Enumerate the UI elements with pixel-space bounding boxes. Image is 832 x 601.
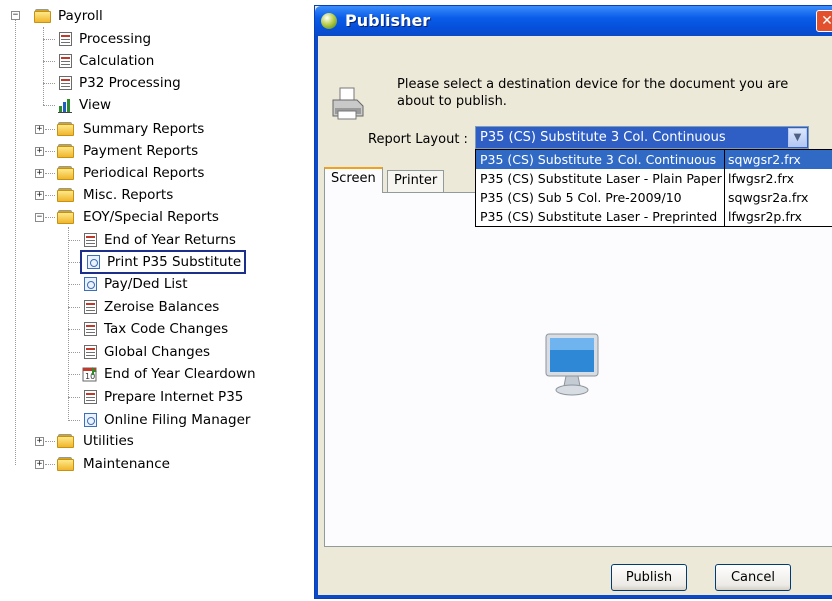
report-icon <box>82 321 98 337</box>
folder-icon <box>57 122 75 136</box>
report-layout-label: Report Layout : <box>368 132 468 147</box>
tree-guide <box>68 227 69 421</box>
report-icon <box>82 299 98 315</box>
report-layout-select[interactable]: P35 (CS) Substitute 3 Col. Continuous ▼ <box>475 126 809 149</box>
folder-icon <box>34 9 52 23</box>
report-layout-dropdown: P35 (CS) Substitute 3 Col. Continuous sq… <box>475 149 832 227</box>
publisher-dialog: Publisher ✕ Please select a destination … <box>314 5 832 599</box>
tab-screen[interactable]: Screen <box>324 167 383 193</box>
dropdown-option[interactable]: P35 (CS) Substitute Laser - Preprinted l… <box>476 207 832 226</box>
title-bar[interactable]: Publisher ✕ <box>315 6 832 36</box>
selection-highlight: Print P35 Substitute <box>80 250 247 274</box>
close-button[interactable]: ✕ <box>816 10 832 32</box>
report-icon <box>82 232 98 248</box>
chevron-down-icon[interactable]: ▼ <box>788 128 807 147</box>
close-icon: ✕ <box>821 13 832 29</box>
window-border <box>315 36 318 598</box>
preview-icon <box>82 276 98 292</box>
dropdown-option[interactable]: P35 (CS) Sub 5 Col. Pre-2009/10 sqwgsr2a… <box>476 188 832 207</box>
report-icon <box>82 344 98 360</box>
expand-toggle[interactable]: + <box>35 460 44 469</box>
monitor-icon <box>545 333 599 396</box>
tree-item-p32-processing[interactable]: P32 Processing <box>57 73 181 93</box>
calendar-icon: 10 <box>82 367 97 382</box>
tree-item-tax-code-changes[interactable]: Tax Code Changes <box>82 319 228 339</box>
chart-icon <box>58 99 72 113</box>
collapse-toggle[interactable]: − <box>11 11 20 20</box>
tree-folder-periodical-reports[interactable]: Periodical Reports <box>57 163 204 183</box>
expand-toggle[interactable]: + <box>35 191 44 200</box>
expand-toggle[interactable]: + <box>35 125 44 134</box>
tree-item-online-filing-manager[interactable]: Online Filing Manager <box>82 410 250 430</box>
tree-item-view[interactable]: View <box>57 95 111 115</box>
report-icon <box>57 75 73 91</box>
instruction-text: Please select a destination device for t… <box>397 77 789 109</box>
expand-toggle[interactable]: + <box>35 169 44 178</box>
tree-folder-utilities[interactable]: Utilities <box>57 431 134 451</box>
window-border <box>315 595 832 598</box>
payroll-tree: − Payroll Processing Calculation P32 Pro… <box>0 0 300 601</box>
tab-panel-screen <box>324 192 832 547</box>
report-icon <box>82 389 98 405</box>
tab-printer[interactable]: Printer <box>387 170 445 192</box>
dialog-title: Publisher <box>345 11 431 30</box>
printer-icon <box>332 87 364 120</box>
preview-icon <box>85 254 101 270</box>
tree-item-end-of-year-returns[interactable]: End of Year Returns <box>82 230 236 250</box>
folder-icon <box>57 457 75 471</box>
folder-icon <box>57 166 75 180</box>
report-icon <box>57 53 73 69</box>
tree-folder-summary-reports[interactable]: Summary Reports <box>57 119 204 139</box>
tree-node-payroll[interactable]: Payroll <box>34 6 103 26</box>
tree-item-global-changes[interactable]: Global Changes <box>82 342 210 362</box>
folder-icon <box>57 210 75 224</box>
tree-folder-eoy-special-reports[interactable]: EOY/Special Reports <box>57 207 219 227</box>
tree-item-processing[interactable]: Processing <box>57 29 151 49</box>
tree-item-print-p35-substitute[interactable]: Print P35 Substitute <box>80 250 247 274</box>
tree-item-pay-ded-list[interactable]: Pay/Ded List <box>82 274 188 294</box>
dropdown-option[interactable]: P35 (CS) Substitute 3 Col. Continuous sq… <box>476 150 832 169</box>
expand-toggle[interactable]: + <box>35 147 44 156</box>
cancel-button[interactable]: Cancel <box>715 564 791 591</box>
tree-item-end-of-year-cleardown[interactable]: 10 End of Year Cleardown <box>82 364 256 384</box>
tree-guide <box>15 19 16 465</box>
tree-folder-payment-reports[interactable]: Payment Reports <box>57 141 198 161</box>
tree-item-zeroise-balances[interactable]: Zeroise Balances <box>82 297 219 317</box>
tree-item-calculation[interactable]: Calculation <box>57 51 154 71</box>
dropdown-option[interactable]: P35 (CS) Substitute Laser - Plain Paper … <box>476 169 832 188</box>
collapse-toggle[interactable]: − <box>35 213 44 222</box>
report-layout-value: P35 (CS) Substitute 3 Col. Continuous <box>480 130 726 145</box>
expand-toggle[interactable]: + <box>35 437 44 446</box>
report-icon <box>57 31 73 47</box>
tree-folder-maintenance[interactable]: Maintenance <box>57 454 170 474</box>
tree-folder-misc-reports[interactable]: Misc. Reports <box>57 185 173 205</box>
folder-icon <box>57 144 75 158</box>
folder-icon <box>57 434 75 448</box>
preview-icon <box>82 412 98 428</box>
app-icon <box>321 13 337 29</box>
publish-button[interactable]: Publish <box>611 564 687 591</box>
folder-icon <box>57 188 75 202</box>
tree-item-prepare-internet-p35[interactable]: Prepare Internet P35 <box>82 387 243 407</box>
